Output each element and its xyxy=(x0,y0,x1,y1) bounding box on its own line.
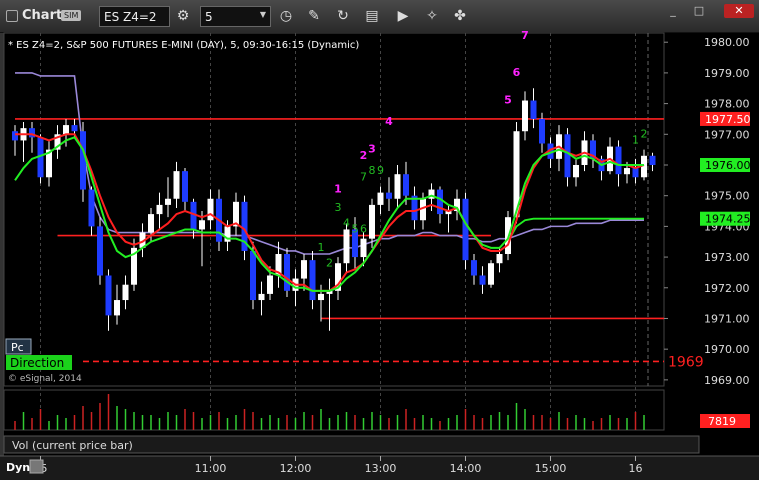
count-annotation: 1 xyxy=(632,134,639,147)
y-tick-label: 1980.00 xyxy=(704,36,750,49)
candle-body xyxy=(301,260,307,279)
count-annotation: 1 xyxy=(318,241,325,254)
candle-body xyxy=(343,229,350,264)
y-tick-label: 1973.00 xyxy=(704,251,750,264)
y-tick-label: 1970.00 xyxy=(704,343,750,356)
count-annotation: 3 xyxy=(335,201,342,214)
candle-body xyxy=(80,131,86,190)
candle-body xyxy=(615,146,622,175)
candle-body xyxy=(564,134,571,178)
volume-pane xyxy=(3,389,665,431)
chart-title: * ES Z4=2, S&P 500 FUTURES E-MINI (DAY),… xyxy=(8,40,359,51)
candle-body xyxy=(122,284,129,301)
candle-body xyxy=(377,192,384,205)
candle-body xyxy=(173,171,180,199)
count-annotation: 8 xyxy=(369,164,376,177)
x-tick-label: 13:00 xyxy=(365,462,397,475)
candle-body xyxy=(165,198,171,205)
candle-body xyxy=(360,238,367,258)
candle-body xyxy=(488,263,494,285)
candle-body xyxy=(539,118,545,144)
candle-body xyxy=(148,214,154,233)
price-chart[interactable]: 1511:0012:0013:0014:0015:00161980.001979… xyxy=(0,0,759,480)
y-tick-label: 1977.00 xyxy=(704,128,750,141)
x-tick-label: 15:00 xyxy=(535,462,567,475)
x-tick-label: 11:00 xyxy=(195,462,227,475)
count-annotation: 3 xyxy=(368,143,376,156)
candle-body xyxy=(437,189,443,215)
count-annotation: 5 xyxy=(352,223,359,236)
candle-body xyxy=(496,254,503,264)
copyright-text: © eSignal, 2014 xyxy=(8,374,82,384)
count-annotation: 6 xyxy=(360,223,367,236)
count-annotation: 5 xyxy=(504,94,512,107)
y-tick-label: 1978.00 xyxy=(704,98,750,111)
candle-body xyxy=(114,300,120,316)
candle-body xyxy=(156,204,163,215)
price-label: 1976.00 xyxy=(705,159,751,172)
y-tick-label: 1975.00 xyxy=(704,190,750,203)
count-annotation: 9 xyxy=(377,164,384,177)
count-annotation: 4 xyxy=(343,216,350,229)
price-label: 1977.50 xyxy=(705,113,751,126)
direction-button-label: Direction xyxy=(10,356,64,370)
candle-body xyxy=(182,171,188,202)
y-tick-label: 1979.00 xyxy=(704,67,750,80)
x-tick-label: 14:00 xyxy=(450,462,482,475)
candle-body xyxy=(573,164,579,178)
candle-body xyxy=(105,275,112,316)
side-price-label: 1969 xyxy=(668,354,704,370)
count-annotation: 7 xyxy=(521,29,529,42)
count-annotation: 1 xyxy=(334,183,342,196)
pc-button-label: Pc xyxy=(11,341,24,354)
count-annotation: 7 xyxy=(360,170,367,183)
candle-body xyxy=(207,198,214,221)
candle-body xyxy=(97,226,103,276)
count-annotation: 2 xyxy=(360,149,368,162)
candle-body xyxy=(71,125,78,132)
price-label: 1974.25 xyxy=(705,213,751,226)
candle-body xyxy=(250,250,256,301)
candle-body xyxy=(394,174,401,199)
candle-body xyxy=(386,192,392,199)
candle-body xyxy=(649,155,656,165)
y-tick-label: 1971.00 xyxy=(704,312,750,325)
zoom-button[interactable] xyxy=(29,459,44,474)
candle-body xyxy=(479,275,486,285)
candle-body xyxy=(369,204,375,239)
x-tick-label: 16 xyxy=(629,462,643,475)
candle-body xyxy=(258,293,265,301)
count-annotation: 6 xyxy=(513,66,521,79)
candle-body xyxy=(284,254,290,291)
candle-body xyxy=(199,220,205,230)
candle-body xyxy=(267,275,273,294)
candle-body xyxy=(462,198,469,261)
y-tick-label: 1969.00 xyxy=(704,374,750,387)
candle-body xyxy=(318,293,324,301)
candle-body xyxy=(88,189,95,227)
candle-body xyxy=(403,174,409,196)
candle-body xyxy=(63,125,69,135)
candle-body xyxy=(624,168,630,175)
candle-body xyxy=(530,100,537,119)
volume-value-label: 7819 xyxy=(708,415,736,428)
count-annotation: 2 xyxy=(326,256,333,269)
candle-body xyxy=(12,131,18,141)
candle-body xyxy=(632,168,639,178)
y-tick-label: 1972.00 xyxy=(704,282,750,295)
count-annotation: 4 xyxy=(385,115,393,128)
candle-body xyxy=(471,260,477,276)
candle-body xyxy=(309,260,316,301)
x-tick-label: 12:00 xyxy=(280,462,312,475)
dyn-label: Dyn xyxy=(6,461,30,474)
candle-body xyxy=(522,100,528,132)
vol-label: Vol (current price bar) xyxy=(12,439,133,452)
count-annotation: 2 xyxy=(641,127,648,140)
